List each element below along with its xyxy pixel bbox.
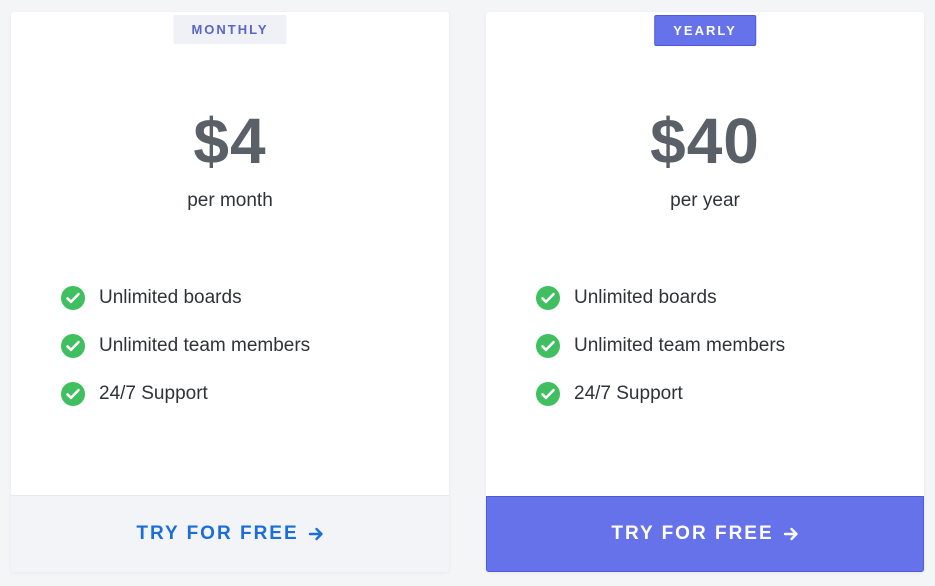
feature-label: 24/7 Support: [99, 383, 208, 404]
monthly-feature-item: Unlimited team members: [61, 322, 310, 370]
monthly-billing-period: per month: [187, 190, 273, 211]
monthly-plan-badge: MONTHLY: [173, 15, 287, 44]
monthly-feature-item: 24/7 Support: [61, 370, 310, 418]
yearly-feature-item: 24/7 Support: [536, 370, 785, 418]
yearly-plan-card: YEARLY $40 per year Unlimited boards Unl…: [486, 12, 924, 572]
monthly-try-for-free-button[interactable]: TRY FOR FREE: [11, 495, 449, 572]
cta-label: TRY FOR FREE: [611, 523, 774, 544]
yearly-feature-list: Unlimited boards Unlimited team members …: [536, 274, 785, 418]
check-circle-icon: [536, 286, 560, 310]
arrow-right-icon: [308, 527, 323, 541]
arrow-right-icon: [783, 527, 798, 541]
yearly-feature-item: Unlimited team members: [536, 322, 785, 370]
monthly-feature-list: Unlimited boards Unlimited team members …: [61, 274, 310, 418]
feature-label: Unlimited boards: [99, 287, 242, 308]
yearly-feature-item: Unlimited boards: [536, 274, 785, 322]
yearly-plan-badge: YEARLY: [654, 15, 756, 46]
feature-label: Unlimited team members: [574, 335, 786, 356]
check-circle-icon: [61, 382, 85, 406]
monthly-price: $4: [193, 105, 267, 177]
check-circle-icon: [536, 334, 560, 358]
check-circle-icon: [536, 382, 560, 406]
check-circle-icon: [61, 334, 85, 358]
monthly-feature-item: Unlimited boards: [61, 274, 310, 322]
yearly-billing-period: per year: [670, 190, 740, 211]
check-circle-icon: [61, 286, 85, 310]
feature-label: Unlimited boards: [574, 287, 717, 308]
yearly-try-for-free-button[interactable]: TRY FOR FREE: [486, 496, 924, 572]
feature-label: Unlimited team members: [99, 335, 311, 356]
feature-label: 24/7 Support: [574, 383, 683, 404]
pricing-page: MONTHLY $4 per month Unlimited boards Un…: [0, 0, 935, 586]
cta-label: TRY FOR FREE: [136, 523, 299, 544]
yearly-price: $40: [650, 105, 760, 177]
monthly-plan-card: MONTHLY $4 per month Unlimited boards Un…: [11, 12, 449, 572]
